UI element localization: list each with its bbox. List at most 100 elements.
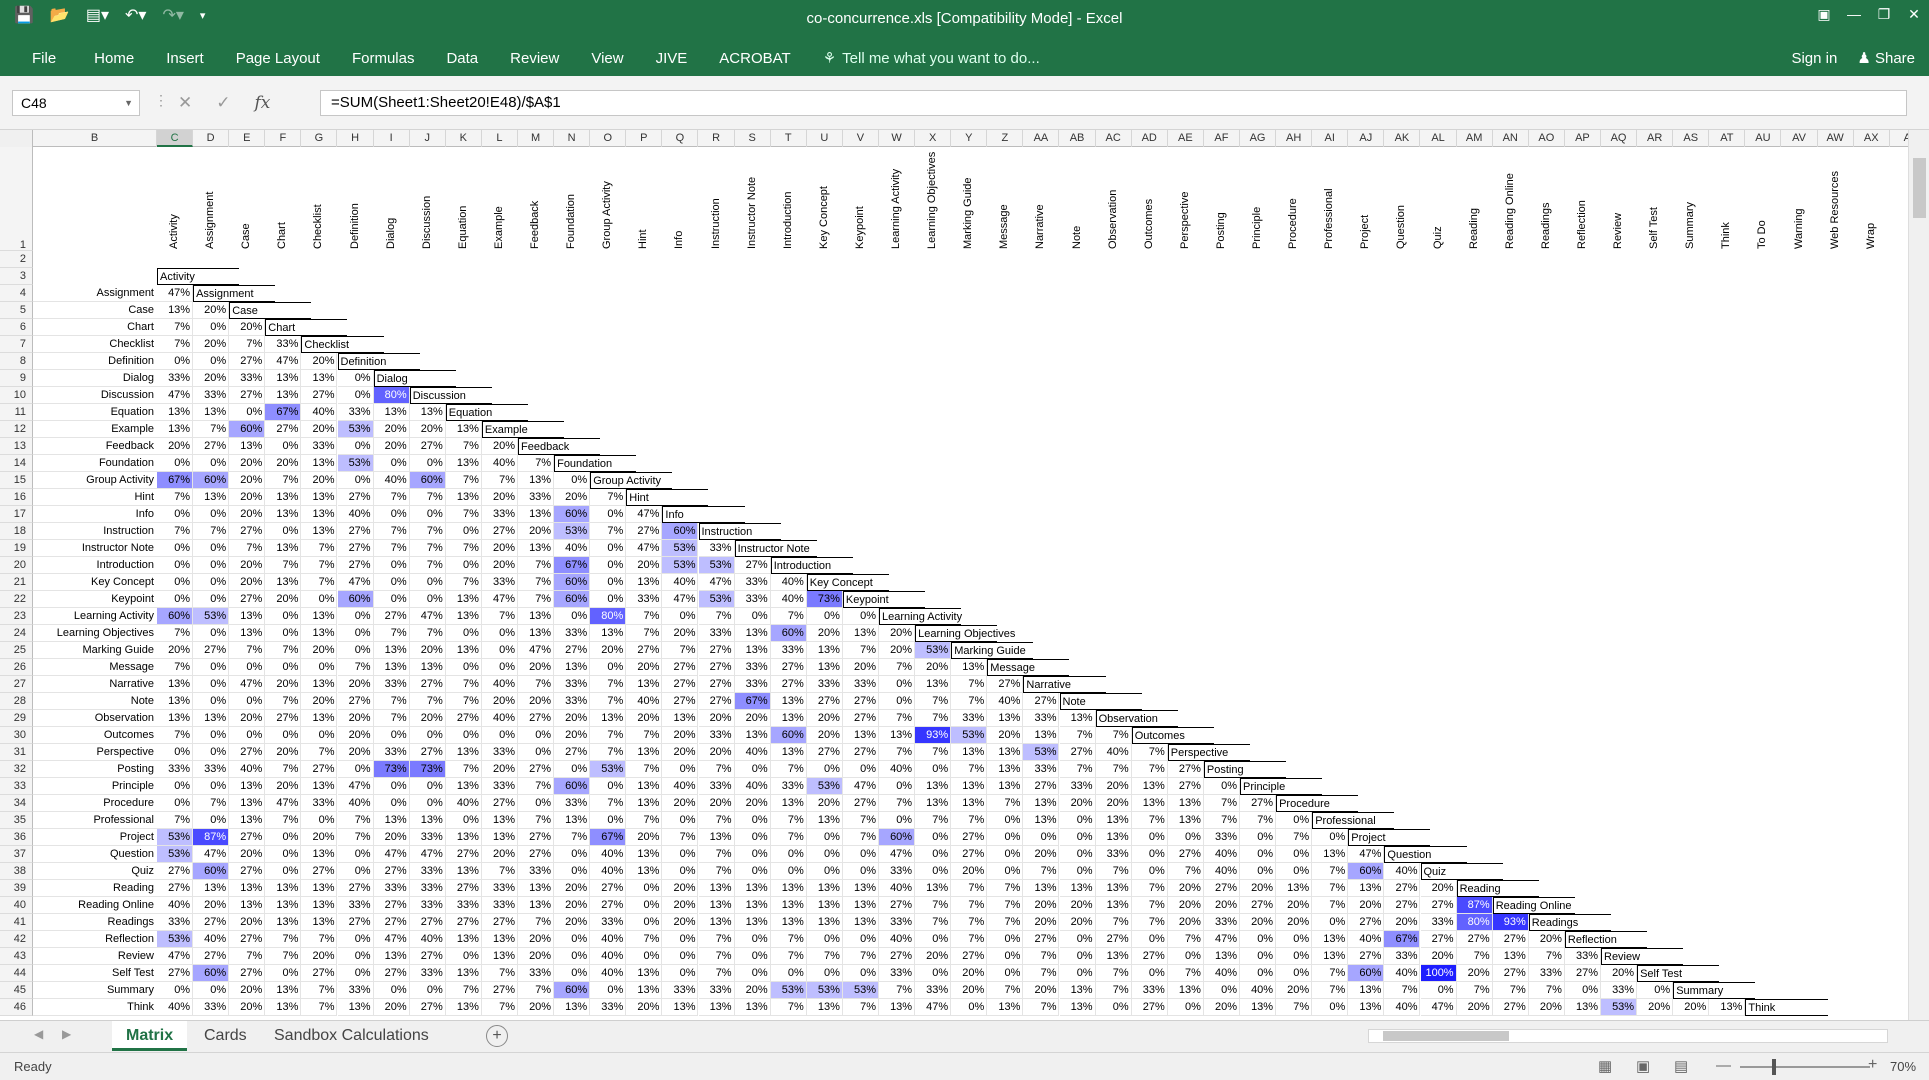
matrix-cell[interactable]: 13%	[915, 795, 952, 812]
matrix-cell[interactable]: 7%	[1023, 948, 1060, 965]
matrix-cell[interactable]: 0%	[770, 846, 807, 863]
matrix-cell[interactable]: 13%	[445, 591, 482, 608]
matrix-cell[interactable]: 0%	[1203, 778, 1240, 795]
column-header-o[interactable]: O	[590, 130, 627, 147]
column-header-r[interactable]: R	[699, 130, 735, 147]
matrix-cell[interactable]: 20%	[193, 370, 230, 387]
matrix-cell[interactable]: 27%	[481, 795, 518, 812]
vertical-scrollbar[interactable]	[1908, 130, 1929, 1020]
matrix-cell[interactable]: 27%	[1564, 965, 1601, 982]
column-header-u[interactable]: U	[807, 130, 843, 147]
row-category-label[interactable]: Reading	[33, 880, 157, 897]
matrix-cell[interactable]: 13%	[626, 744, 663, 761]
matrix-cell[interactable]: 27%	[301, 387, 338, 404]
matrix-cell[interactable]: 13%	[193, 880, 230, 897]
matrix-cell[interactable]: 0%	[806, 965, 843, 982]
tell-me-input[interactable]: ⚘ Tell me what you want to do...	[807, 49, 1040, 68]
matrix-cell[interactable]: 20%	[301, 829, 338, 846]
matrix-cell[interactable]: 27%	[481, 982, 518, 999]
matrix-cell[interactable]: 7%	[518, 455, 555, 472]
zoom-level[interactable]: 70%	[1890, 1059, 1916, 1074]
matrix-cell[interactable]: 27%	[1240, 795, 1277, 812]
matrix-cell[interactable]: 0%	[554, 965, 591, 982]
matrix-cell[interactable]: 40%	[987, 693, 1024, 710]
matrix-cell[interactable]: 27%	[229, 387, 266, 404]
matrix-cell[interactable]: 13%	[1059, 999, 1096, 1016]
tab-page-layout[interactable]: Page Layout	[220, 50, 336, 67]
matrix-cell[interactable]: 13%	[301, 778, 338, 795]
matrix-cell[interactable]: 7%	[518, 676, 555, 693]
matrix-cell[interactable]: 7%	[590, 727, 627, 744]
matrix-cell[interactable]: 0%	[157, 540, 194, 557]
matrix-cell[interactable]: 27%	[337, 557, 374, 574]
matrix-cell[interactable]: 0%	[373, 778, 410, 795]
matrix-cell[interactable]: 20%	[518, 693, 555, 710]
matrix-cell[interactable]: 7%	[229, 540, 266, 557]
matrix-cell[interactable]: 7%	[879, 659, 916, 676]
matrix-cell[interactable]: 13%	[1312, 846, 1349, 863]
matrix-cell[interactable]: 13%	[806, 914, 843, 931]
matrix-cell[interactable]: 60%	[554, 982, 591, 999]
matrix-cell[interactable]: 33%	[698, 625, 735, 642]
diagonal-category-label[interactable]: Narrative	[1023, 676, 1106, 693]
matrix-cell[interactable]: 13%	[445, 778, 482, 795]
matrix-cell[interactable]: 13%	[806, 999, 843, 1016]
matrix-cell[interactable]: 7%	[1095, 761, 1132, 778]
matrix-cell[interactable]: 7%	[770, 608, 807, 625]
matrix-cell[interactable]: 0%	[481, 727, 518, 744]
matrix-cell[interactable]: 47%	[373, 846, 410, 863]
matrix-cell[interactable]: 40%	[626, 693, 663, 710]
matrix-cell[interactable]: 13%	[301, 846, 338, 863]
column-header-g[interactable]: G	[301, 130, 338, 147]
row-category-label[interactable]: Keypoint	[33, 591, 157, 608]
column-header-ac[interactable]: AC	[1096, 130, 1132, 147]
matrix-cell[interactable]: 0%	[590, 591, 627, 608]
matrix-cell[interactable]: 13%	[987, 744, 1024, 761]
row-header-28[interactable]: 28	[0, 693, 33, 710]
matrix-cell[interactable]: 60%	[879, 829, 916, 846]
matrix-cell[interactable]: 13%	[301, 489, 338, 506]
matrix-cell[interactable]: 7%	[1312, 897, 1349, 914]
matrix-cell[interactable]: 13%	[915, 676, 952, 693]
matrix-cell[interactable]: 0%	[1059, 863, 1096, 880]
matrix-cell[interactable]: 7%	[770, 812, 807, 829]
matrix-cell[interactable]: 13%	[193, 404, 230, 421]
matrix-cell[interactable]: 7%	[409, 625, 446, 642]
matrix-cell[interactable]: 27%	[157, 965, 194, 982]
matrix-cell[interactable]: 7%	[481, 863, 518, 880]
matrix-cell[interactable]: 0%	[157, 591, 194, 608]
row-header-26[interactable]: 26	[0, 659, 33, 676]
matrix-cell[interactable]: 7%	[265, 812, 302, 829]
matrix-cell[interactable]: 13%	[265, 540, 302, 557]
column-header-ao[interactable]: AO	[1529, 130, 1565, 147]
matrix-cell[interactable]: 33%	[1023, 710, 1060, 727]
chevron-down-icon[interactable]: ▼	[124, 91, 133, 115]
matrix-cell[interactable]: 0%	[337, 846, 374, 863]
matrix-cell[interactable]: 20%	[265, 455, 302, 472]
matrix-cell[interactable]: 53%	[915, 642, 952, 659]
matrix-cell[interactable]: 0%	[1276, 812, 1313, 829]
matrix-cell[interactable]: 33%	[265, 336, 302, 353]
matrix-cell[interactable]: 0%	[229, 727, 266, 744]
matrix-cell[interactable]: 13%	[337, 999, 374, 1016]
matrix-cell[interactable]: 7%	[373, 523, 410, 540]
column-header-at[interactable]: AT	[1709, 130, 1746, 147]
matrix-cell[interactable]: 0%	[590, 778, 627, 795]
matrix-cell[interactable]: 0%	[373, 727, 410, 744]
matrix-cell[interactable]: 33%	[373, 744, 410, 761]
column-header-c[interactable]: C	[157, 130, 194, 147]
row-category-label[interactable]: Reading Online	[33, 897, 157, 914]
matrix-cell[interactable]: 20%	[734, 982, 771, 999]
matrix-cell[interactable]: 20%	[1637, 999, 1674, 1016]
matrix-cell[interactable]: 0%	[265, 846, 302, 863]
matrix-cell[interactable]: 20%	[1673, 999, 1710, 1016]
matrix-cell[interactable]: 27%	[554, 642, 591, 659]
matrix-cell[interactable]: 7%	[337, 812, 374, 829]
matrix-cell[interactable]: 13%	[265, 489, 302, 506]
matrix-cell[interactable]: 0%	[1023, 829, 1060, 846]
matrix-cell[interactable]: 13%	[301, 676, 338, 693]
matrix-cell[interactable]: 7%	[265, 948, 302, 965]
matrix-cell[interactable]: 0%	[193, 557, 230, 574]
matrix-cell[interactable]: 13%	[193, 489, 230, 506]
matrix-cell[interactable]: 40%	[337, 506, 374, 523]
